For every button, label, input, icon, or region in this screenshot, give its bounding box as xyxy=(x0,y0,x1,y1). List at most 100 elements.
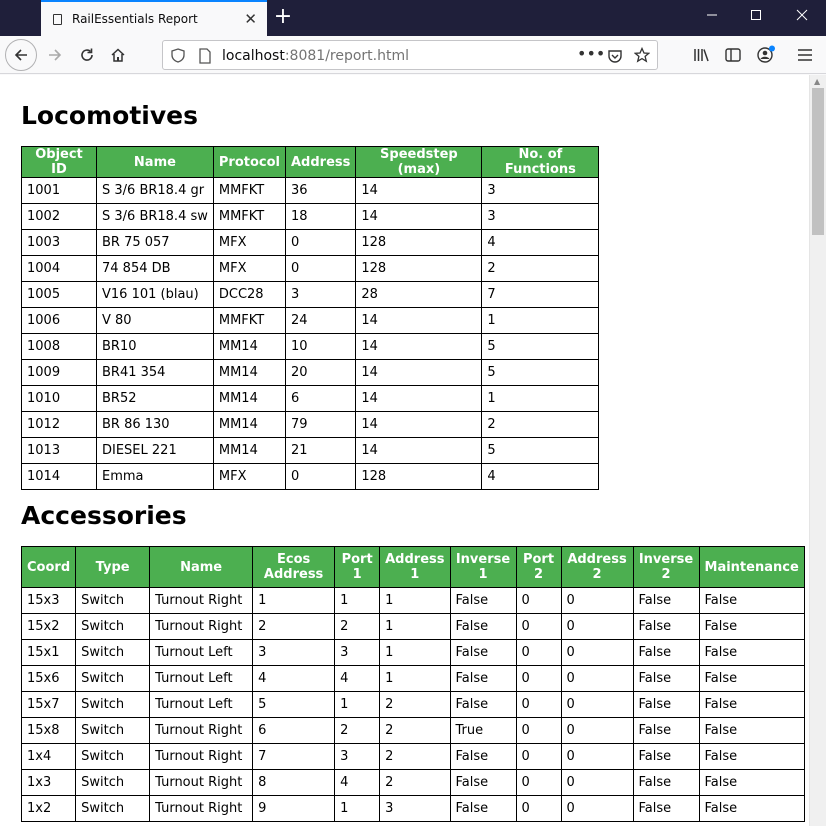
table-cell: DCC28 xyxy=(212,281,286,308)
table-cell: False xyxy=(632,665,700,692)
table-cell: False xyxy=(449,795,517,822)
table-cell: 0 xyxy=(515,769,562,796)
table-cell: 0 xyxy=(284,255,357,282)
vertical-scrollbar[interactable]: ▲ xyxy=(809,75,826,826)
table-header-row: Coord Type Name Ecos Address Port 1 Addr… xyxy=(20,546,805,588)
column-header: Name xyxy=(96,146,214,178)
table-cell: MMFKT xyxy=(212,177,286,204)
column-header: Port 2 xyxy=(515,546,562,588)
table-cell: 14 xyxy=(355,411,483,438)
url-text[interactable]: localhost:8081/report.html xyxy=(222,48,409,64)
table-cell: Switch xyxy=(75,717,151,744)
table-cell: MFX xyxy=(212,463,286,490)
table-cell: False xyxy=(632,769,700,796)
table-cell: False xyxy=(632,587,700,614)
table-cell: Turnout Right xyxy=(149,795,254,822)
scroll-thumb[interactable] xyxy=(812,88,824,235)
table-cell: False xyxy=(632,691,700,718)
table-cell: 0 xyxy=(515,665,562,692)
table-cell: 0 xyxy=(515,691,562,718)
column-header: No. of Functions xyxy=(481,146,600,178)
menu-icon[interactable] xyxy=(797,47,813,63)
column-header: Inverse 2 xyxy=(632,546,700,588)
browser-tab[interactable]: RailEssentials Report ✕ xyxy=(41,0,267,36)
pocket-icon[interactable] xyxy=(607,48,623,64)
table-cell: 3 xyxy=(334,639,381,666)
table-cell: 1010 xyxy=(21,385,97,412)
table-cell: 36 xyxy=(284,177,357,204)
table-cell: Turnout Right xyxy=(149,743,254,770)
table-cell: 1 xyxy=(252,587,336,614)
table-cell: Switch xyxy=(75,691,151,718)
column-header: Ecos Address xyxy=(252,546,336,588)
tab-title: RailEssentials Report xyxy=(72,12,198,26)
table-cell: Turnout Left xyxy=(149,665,254,692)
table-cell: 1001 xyxy=(21,177,97,204)
table-cell: 7 xyxy=(252,743,336,770)
page-info-icon[interactable] xyxy=(198,48,212,64)
account-icon[interactable] xyxy=(756,45,776,65)
table-row: 1003 BR 75 057 MFX 0 128 4 xyxy=(21,229,600,256)
table-cell: 0 xyxy=(560,691,634,718)
library-icon[interactable] xyxy=(693,47,710,63)
forward-button[interactable] xyxy=(40,40,70,70)
locomotives-heading: Locomotives xyxy=(21,101,198,130)
table-cell: MFX xyxy=(212,229,286,256)
table-cell: False xyxy=(632,613,700,640)
table-cell: 14 xyxy=(355,333,483,360)
address-bar[interactable]: localhost:8081/report.html ••• xyxy=(162,40,658,70)
table-cell: 1 xyxy=(334,795,381,822)
minimize-icon[interactable] xyxy=(700,6,724,28)
table-cell: 10 xyxy=(284,333,357,360)
sidebar-icon[interactable] xyxy=(725,47,741,63)
bookmark-star-icon[interactable] xyxy=(634,47,650,63)
shield-icon[interactable] xyxy=(171,48,185,63)
table-row: 15x1 Switch Turnout Left 3 3 1 False 0 0 False Fal… xyxy=(20,639,805,666)
column-header: Protocol xyxy=(212,146,286,178)
table-cell: False xyxy=(632,743,700,770)
table-cell: 2 xyxy=(252,613,336,640)
table-cell: BR 75 057 xyxy=(96,229,214,256)
reload-button[interactable] xyxy=(72,40,102,70)
table-cell: 1 xyxy=(334,587,381,614)
table-cell: 1 xyxy=(379,587,451,614)
table-row: 1005 V16 101 (blau) DCC28 3 28 7 xyxy=(21,281,600,308)
maximize-icon[interactable] xyxy=(744,6,768,28)
table-cell: 1004 xyxy=(21,255,97,282)
table-cell: 1002 xyxy=(21,203,97,230)
table-cell: 14 xyxy=(355,437,483,464)
back-arrow-icon xyxy=(14,49,27,61)
table-cell: BR10 xyxy=(96,333,214,360)
table-cell: 15x8 xyxy=(20,717,77,744)
close-icon[interactable] xyxy=(790,6,814,28)
table-row: 1x4 Switch Turnout Right 7 3 2 False 0 0 False Fal… xyxy=(20,743,805,770)
column-header: Type xyxy=(75,546,151,588)
table-cell: BR41 354 xyxy=(96,359,214,386)
table-row: 1002 S 3/6 BR18.4 sw MMFKT 18 14 3 xyxy=(21,203,600,230)
table-row: 1001 S 3/6 BR18.4 gr MMFKT 36 14 3 xyxy=(21,177,600,204)
table-cell: 24 xyxy=(284,307,357,334)
new-tab-button[interactable]: + xyxy=(272,4,294,30)
page-actions-icon[interactable]: ••• xyxy=(577,44,605,63)
table-cell: 2 xyxy=(379,717,451,744)
table-cell: 0 xyxy=(515,639,562,666)
column-header: Port 1 xyxy=(334,546,381,588)
table-cell: 1014 xyxy=(21,463,97,490)
table-cell: False xyxy=(449,691,517,718)
page-content: Locomotives Object ID Name Protocol Addr… xyxy=(0,75,809,826)
close-tab-icon[interactable]: ✕ xyxy=(244,9,257,29)
table-cell: BR 86 130 xyxy=(96,411,214,438)
back-button[interactable] xyxy=(5,39,37,71)
table-cell: 3 xyxy=(284,281,357,308)
table-row: 15x8 Switch Turnout Right 6 2 2 True 0 0 False Fal… xyxy=(20,717,805,744)
table-cell: 0 xyxy=(515,587,562,614)
table-cell: 6 xyxy=(284,385,357,412)
scroll-up-icon[interactable]: ▲ xyxy=(814,77,820,86)
table-cell: 1003 xyxy=(21,229,97,256)
table-cell: 1x3 xyxy=(20,769,77,796)
table-cell: 4 xyxy=(334,769,381,796)
home-button[interactable] xyxy=(103,40,133,70)
table-row: 1006 V 80 MMFKT 24 14 1 xyxy=(21,307,600,334)
table-cell: 128 xyxy=(355,463,483,490)
column-header: Address 2 xyxy=(560,546,634,588)
